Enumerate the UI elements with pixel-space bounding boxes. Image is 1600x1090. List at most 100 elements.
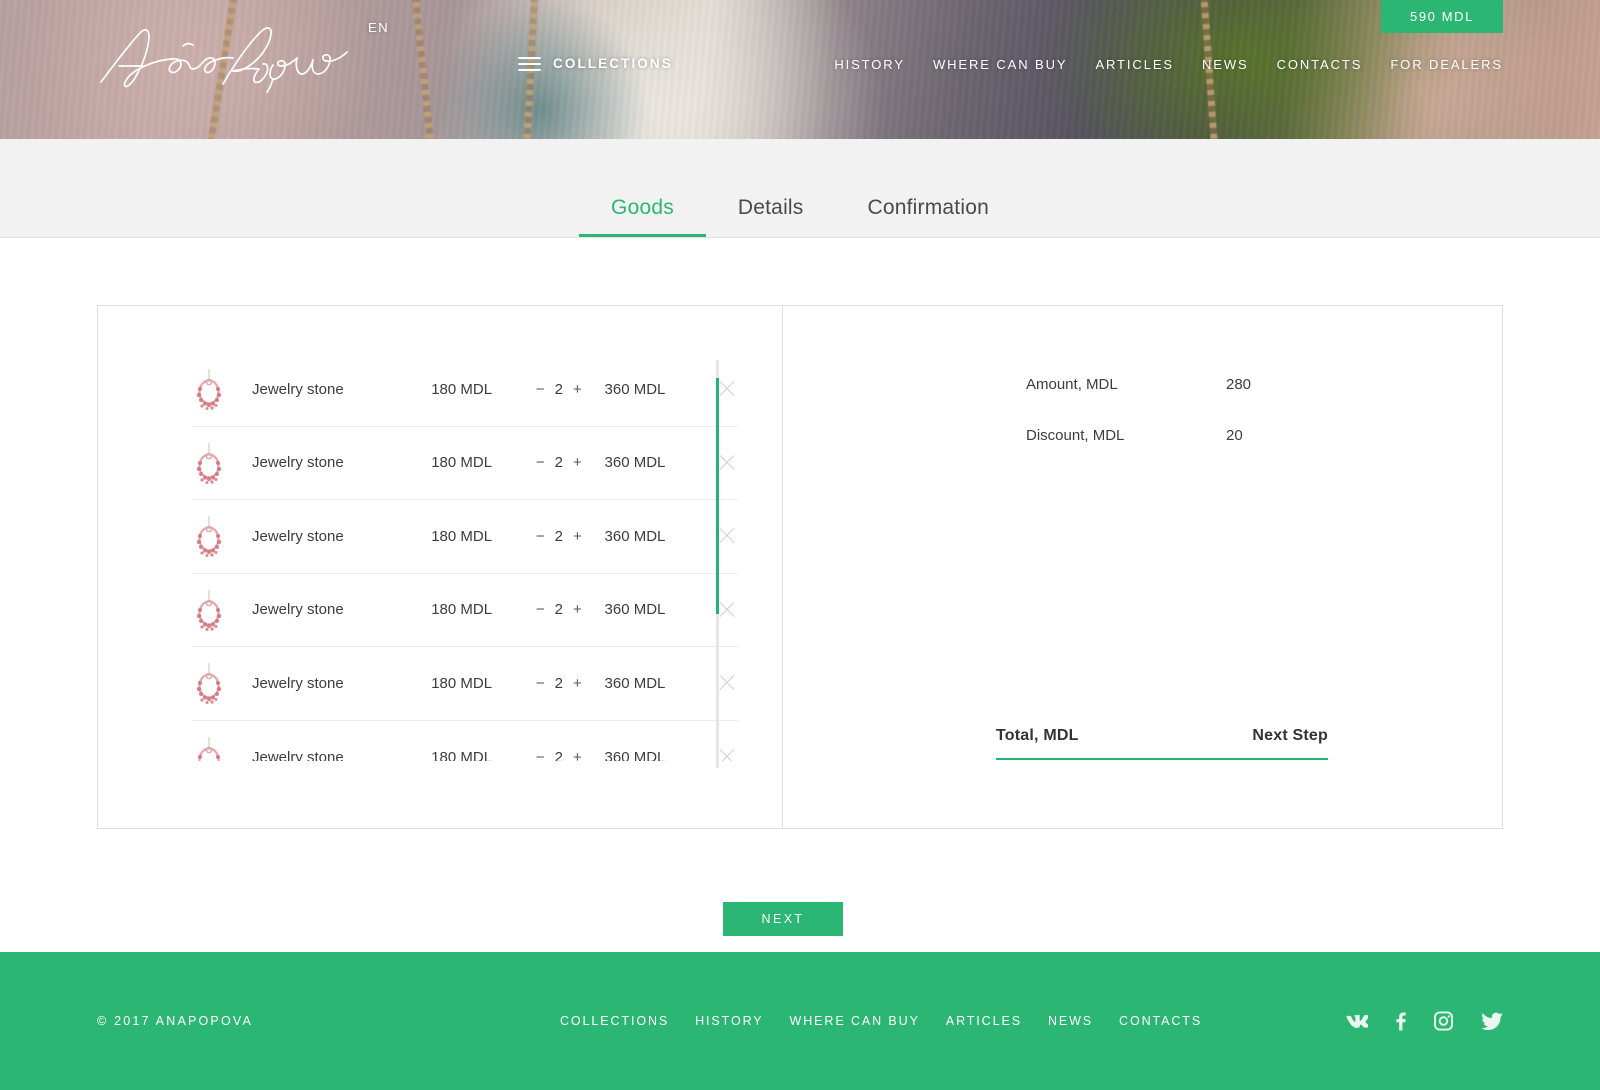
item-unit-price: 180 MDL bbox=[431, 454, 493, 472]
nav-item-where-can-buy[interactable]: WHERE CAN BUY bbox=[933, 57, 1068, 72]
jewelry-thumbnail-icon bbox=[196, 589, 222, 631]
quantity-increment-button[interactable]: + bbox=[573, 601, 582, 618]
cart-item-row: Jewelry stone 180 MDL − 2 + 360 MDL bbox=[192, 500, 738, 574]
footer-link-news[interactable]: NEWS bbox=[1048, 1014, 1093, 1028]
discount-value: 20 bbox=[1226, 427, 1243, 444]
jewelry-thumbnail bbox=[192, 441, 226, 485]
quantity-decrement-button[interactable]: − bbox=[536, 749, 545, 761]
copyright-text: © 2017 ANAPOPOVA bbox=[97, 1014, 254, 1028]
remove-item-icon[interactable] bbox=[716, 378, 738, 400]
quantity-value: 2 bbox=[554, 748, 563, 761]
item-unit-price: 180 MDL bbox=[431, 601, 493, 619]
item-line-total: 360 MDL bbox=[604, 748, 666, 761]
quantity-increment-button[interactable]: + bbox=[573, 381, 582, 398]
next-step-link[interactable]: Next Step bbox=[1252, 727, 1328, 745]
site-footer: © 2017 ANAPOPOVA COLLECTIONS HISTORY WHE… bbox=[0, 952, 1600, 1090]
hamburger-menu-icon bbox=[518, 56, 541, 71]
tab-confirmation[interactable]: Confirmation bbox=[836, 196, 1021, 237]
nav-item-news[interactable]: NEWS bbox=[1202, 57, 1249, 72]
jewelry-thumbnail bbox=[192, 514, 226, 558]
quantity-value: 2 bbox=[554, 454, 563, 472]
cart-item-row: Jewelry stone 180 MDL − 2 + 360 MDL bbox=[192, 647, 738, 721]
discount-label: Discount, MDL bbox=[1026, 427, 1125, 444]
jewelry-thumbnail bbox=[192, 735, 226, 761]
quantity-stepper: − 2 + bbox=[519, 675, 605, 692]
main-navigation: HISTORY WHERE CAN BUY ARTICLES NEWS CONT… bbox=[834, 57, 1503, 72]
instagram-icon[interactable] bbox=[1434, 1011, 1453, 1031]
next-button[interactable]: NEXT bbox=[723, 902, 843, 936]
item-name: Jewelry stone bbox=[252, 748, 344, 761]
item-line-total: 360 MDL bbox=[604, 601, 666, 619]
item-line-total: 360 MDL bbox=[604, 674, 666, 692]
quantity-decrement-button[interactable]: − bbox=[536, 528, 545, 545]
language-selector[interactable]: EN bbox=[368, 20, 389, 35]
jewelry-thumbnail-icon bbox=[196, 663, 222, 705]
collections-menu-button[interactable]: COLLECTIONS bbox=[518, 56, 673, 71]
quantity-stepper: − 2 + bbox=[519, 381, 605, 398]
item-line-total: 360 MDL bbox=[604, 380, 666, 398]
remove-item-icon[interactable] bbox=[716, 452, 738, 474]
goods-scroll-area: Jewelry stone 180 MDL − 2 + 360 MDL Jewe… bbox=[98, 353, 738, 761]
cart-item-row: Jewelry stone 180 MDL − 2 + 360 MDL bbox=[192, 353, 738, 427]
footer-link-where-can-buy[interactable]: WHERE CAN BUY bbox=[790, 1014, 920, 1028]
quantity-increment-button[interactable]: + bbox=[573, 454, 582, 471]
quantity-value: 2 bbox=[554, 674, 563, 692]
vk-icon[interactable] bbox=[1346, 1014, 1368, 1028]
social-links bbox=[1346, 1011, 1503, 1031]
main-content: Jewelry stone 180 MDL − 2 + 360 MDL Jewe… bbox=[0, 238, 1600, 952]
jewelry-thumbnail-icon bbox=[196, 516, 222, 558]
nav-item-articles[interactable]: ARTICLES bbox=[1095, 57, 1174, 72]
remove-item-icon[interactable] bbox=[716, 746, 738, 761]
remove-item-icon[interactable] bbox=[716, 672, 738, 694]
summary-panel: Amount, MDL 280 Discount, MDL 20 Total, … bbox=[783, 306, 1502, 828]
footer-link-contacts[interactable]: CONTACTS bbox=[1119, 1014, 1202, 1028]
quantity-decrement-button[interactable]: − bbox=[536, 675, 545, 692]
quantity-increment-button[interactable]: + bbox=[573, 749, 582, 761]
quantity-decrement-button[interactable]: − bbox=[536, 381, 545, 398]
remove-item-icon[interactable] bbox=[716, 525, 738, 547]
footer-link-history[interactable]: HISTORY bbox=[695, 1014, 763, 1028]
item-line-total: 360 MDL bbox=[604, 527, 666, 545]
item-name: Jewelry stone bbox=[252, 527, 344, 545]
footer-navigation: COLLECTIONS HISTORY WHERE CAN BUY ARTICL… bbox=[560, 1014, 1202, 1028]
quantity-stepper: − 2 + bbox=[519, 749, 605, 761]
goods-list: Jewelry stone 180 MDL − 2 + 360 MDL Jewe… bbox=[98, 353, 738, 761]
quantity-value: 2 bbox=[554, 380, 563, 398]
goods-scrollbar-thumb[interactable] bbox=[716, 378, 719, 614]
footer-link-collections[interactable]: COLLECTIONS bbox=[560, 1014, 669, 1028]
collections-label: COLLECTIONS bbox=[553, 56, 673, 71]
quantity-stepper: − 2 + bbox=[519, 528, 605, 545]
quantity-decrement-button[interactable]: − bbox=[536, 454, 545, 471]
summary-row-discount: Discount, MDL 20 bbox=[1026, 427, 1243, 444]
tab-details[interactable]: Details bbox=[706, 196, 836, 237]
remove-item-icon[interactable] bbox=[716, 599, 738, 621]
nav-item-history[interactable]: HISTORY bbox=[834, 57, 905, 72]
cart-item-row: Jewelry stone 180 MDL − 2 + 360 MDL bbox=[192, 721, 738, 761]
nav-item-for-dealers[interactable]: FOR DEALERS bbox=[1390, 57, 1503, 72]
quantity-stepper: − 2 + bbox=[519, 601, 605, 618]
quantity-increment-button[interactable]: + bbox=[573, 675, 582, 692]
goods-panel: Jewelry stone 180 MDL − 2 + 360 MDL Jewe… bbox=[98, 306, 783, 828]
site-logo[interactable] bbox=[97, 22, 367, 94]
quantity-value: 2 bbox=[554, 601, 563, 619]
facebook-icon[interactable] bbox=[1396, 1012, 1406, 1031]
item-name: Jewelry stone bbox=[252, 454, 344, 472]
summary-row-amount: Amount, MDL 280 bbox=[1026, 376, 1251, 393]
twitter-icon[interactable] bbox=[1481, 1012, 1503, 1030]
tab-goods[interactable]: Goods bbox=[579, 196, 706, 237]
jewelry-thumbnail bbox=[192, 588, 226, 632]
total-label: Total, MDL bbox=[996, 727, 1079, 744]
jewelry-thumbnail-icon bbox=[196, 369, 222, 411]
nav-item-contacts[interactable]: CONTACTS bbox=[1277, 57, 1363, 72]
quantity-value: 2 bbox=[554, 527, 563, 545]
item-name: Jewelry stone bbox=[252, 674, 344, 692]
quantity-decrement-button[interactable]: − bbox=[536, 601, 545, 618]
goods-scrollbar-track[interactable] bbox=[716, 360, 719, 768]
quantity-stepper: − 2 + bbox=[519, 454, 605, 471]
jewelry-thumbnail-icon bbox=[196, 442, 222, 484]
quantity-increment-button[interactable]: + bbox=[573, 528, 582, 545]
item-unit-price: 180 MDL bbox=[431, 527, 493, 545]
cart-total-badge[interactable]: 590 MDL bbox=[1381, 0, 1503, 33]
cart-item-row: Jewelry stone 180 MDL − 2 + 360 MDL bbox=[192, 574, 738, 647]
footer-link-articles[interactable]: ARTICLES bbox=[946, 1014, 1022, 1028]
